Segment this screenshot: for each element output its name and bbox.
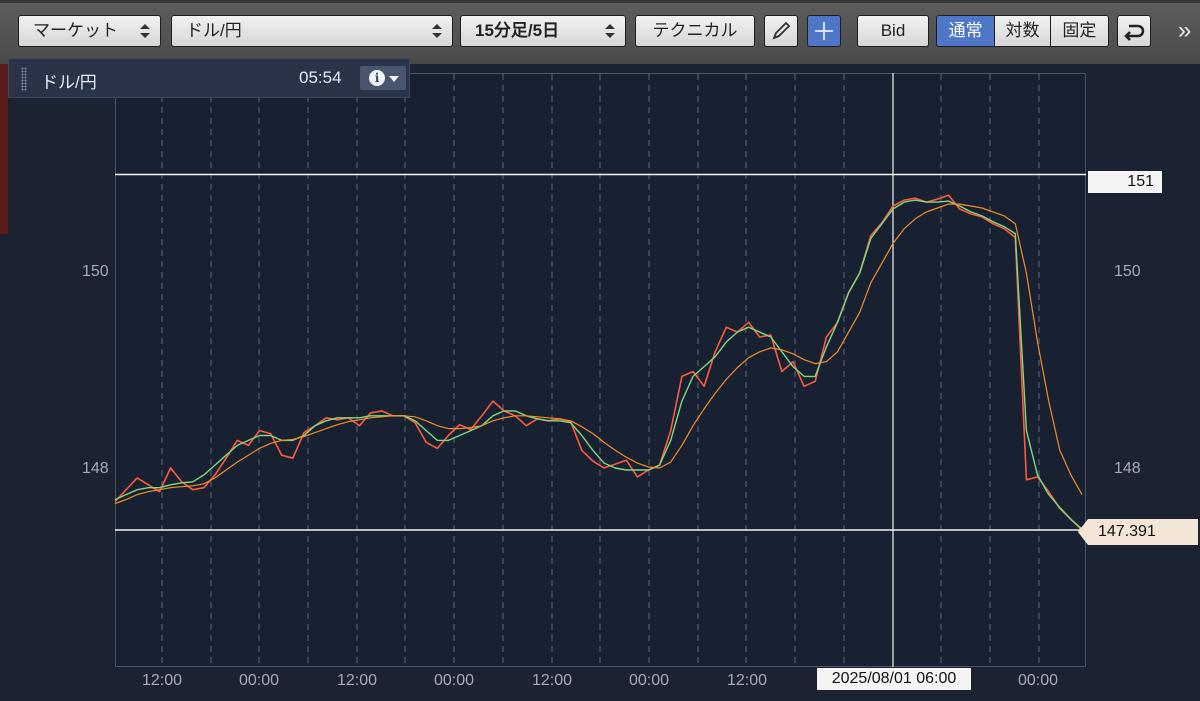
info-icon: i [369,70,385,86]
x-tick-label: 00:00 [238,672,280,689]
x-tick-label: 00:00 [1017,672,1059,689]
y-tick-label-right: 148 [1114,460,1141,477]
x-tick-label: 00:00 [628,672,670,689]
info-panel-time: 05:54 [299,68,342,87]
y-tick-label-right: 150 [1114,263,1141,280]
info-dropdown-button[interactable]: i [359,65,407,91]
y-tick-label-left: 148 [82,460,109,477]
x-tick-label: 12:00 [336,672,378,689]
info-panel: ドル/円 05:54 i [8,58,410,98]
last-price-label: 147.391 [1078,519,1198,545]
crosshair-time-label: 2025/08/01 06:00 [817,668,971,690]
drag-handle-icon[interactable] [21,67,27,91]
x-tick-label: 00:00 [433,672,475,689]
price-line-series [114,194,1083,531]
horizontal-line-label: 151 [1088,171,1162,193]
x-tick-label: 12:00 [141,672,183,689]
slow-moving-average-line [114,203,1083,505]
x-tick-label: 12:00 [726,672,768,689]
info-panel-title: ドル/円 [41,73,97,92]
fast-moving-average-line [114,199,1083,530]
caret-down-icon [389,76,399,82]
price-chart [114,73,1086,667]
x-tick-label: 12:00 [531,672,573,689]
y-tick-label-left: 150 [82,263,109,280]
